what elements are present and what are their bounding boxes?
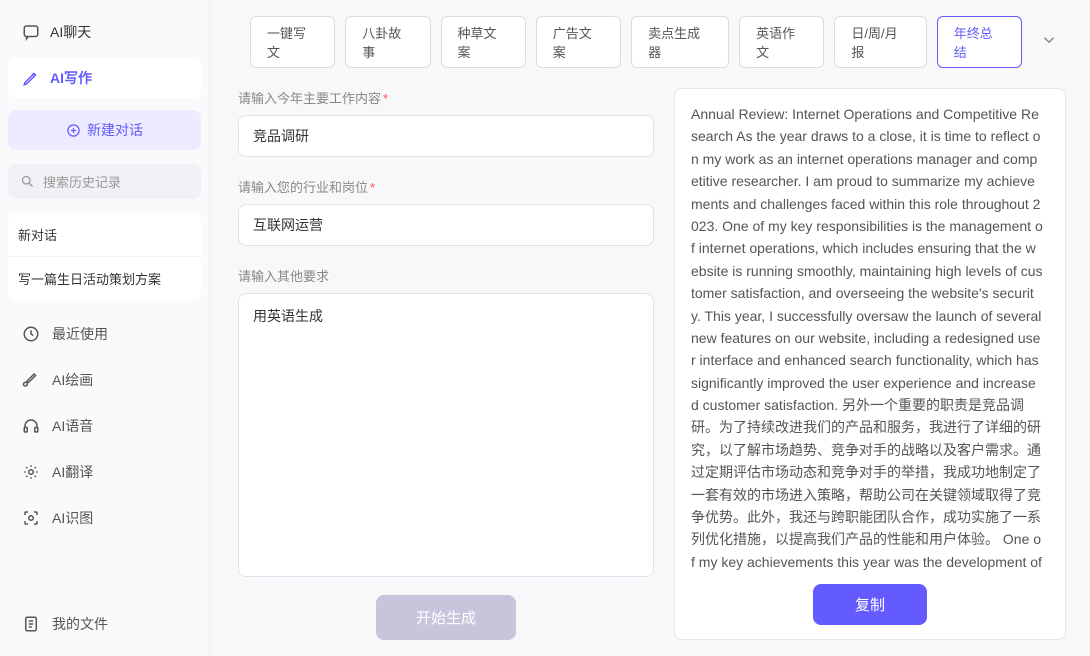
nav-ai-chat[interactable]: AI聊天: [8, 12, 201, 52]
input-role[interactable]: [238, 204, 654, 246]
nav-label: AI聊天: [50, 22, 91, 42]
tool-paint[interactable]: AI绘画: [8, 360, 201, 400]
chevron-down-icon: [1040, 31, 1058, 49]
output-text[interactable]: Annual Review: Internet Operations and C…: [691, 103, 1049, 570]
pen-icon: [22, 69, 40, 87]
tool-image[interactable]: AI识图: [8, 498, 201, 538]
tool-label: 最近使用: [52, 324, 108, 344]
tool-label: AI绘画: [52, 370, 93, 390]
headphone-icon: [22, 417, 40, 435]
history-item[interactable]: 写一篇生日活动策划方案: [8, 257, 201, 300]
brush-icon: [22, 371, 40, 389]
generate-button[interactable]: 开始生成: [376, 595, 516, 640]
tool-recent[interactable]: 最近使用: [8, 314, 201, 354]
clock-icon: [22, 325, 40, 343]
label-work: 请输入今年主要工作内容*: [238, 88, 654, 107]
history-list: 新对话 写一篇生日活动策划方案: [8, 213, 201, 300]
tab-gossip[interactable]: 八卦故事: [345, 16, 430, 68]
scan-icon: [22, 509, 40, 527]
plus-circle-icon: [66, 123, 81, 138]
new-chat-label: 新建对话: [87, 120, 143, 140]
chat-icon: [22, 23, 40, 41]
tabs-expand[interactable]: [1032, 27, 1066, 58]
file-icon: [22, 615, 40, 633]
my-files[interactable]: 我的文件: [8, 604, 201, 644]
search-icon: [20, 174, 35, 189]
label-extra: 请输入其他要求: [238, 266, 654, 285]
tab-onekey[interactable]: 一键写文: [250, 16, 335, 68]
copy-button[interactable]: 复制: [813, 584, 927, 625]
tab-english[interactable]: 英语作文: [739, 16, 824, 68]
my-files-label: 我的文件: [52, 614, 108, 634]
template-tabs: 一键写文 八卦故事 种草文案 广告文案 卖点生成器 英语作文 日/周/月报 年终…: [234, 16, 1066, 68]
tab-ad[interactable]: 广告文案: [536, 16, 621, 68]
tab-selling[interactable]: 卖点生成器: [631, 16, 729, 68]
nav-ai-write[interactable]: AI写作: [8, 58, 201, 98]
sidebar: AI聊天 AI写作 新建对话 搜索历史记录 新对话 写一篇生日活动策划方案 最近…: [0, 0, 210, 656]
search-input[interactable]: 搜索历史记录: [8, 164, 201, 199]
nav-label: AI写作: [50, 68, 92, 88]
tool-label: AI识图: [52, 508, 93, 528]
new-chat-button[interactable]: 新建对话: [8, 110, 201, 150]
tool-label: AI翻译: [52, 462, 93, 482]
tool-label: AI语音: [52, 416, 93, 436]
output-column: Annual Review: Internet Operations and C…: [674, 88, 1066, 640]
main-area: 一键写文 八卦故事 种草文案 广告文案 卖点生成器 英语作文 日/周/月报 年终…: [210, 0, 1090, 656]
label-role: 请输入您的行业和岗位*: [238, 177, 654, 196]
tab-seeding[interactable]: 种草文案: [441, 16, 526, 68]
tab-annual[interactable]: 年终总结: [937, 16, 1022, 68]
input-extra[interactable]: [238, 293, 654, 577]
content: 请输入今年主要工作内容* 请输入您的行业和岗位* 请输入其他要求 开始生成 An…: [234, 88, 1066, 640]
form-column: 请输入今年主要工作内容* 请输入您的行业和岗位* 请输入其他要求 开始生成: [234, 88, 654, 640]
history-item[interactable]: 新对话: [8, 213, 201, 257]
search-placeholder: 搜索历史记录: [43, 172, 121, 191]
input-work[interactable]: [238, 115, 654, 157]
translate-icon: [22, 463, 40, 481]
tool-translate[interactable]: AI翻译: [8, 452, 201, 492]
tab-report[interactable]: 日/周/月报: [834, 16, 926, 68]
tool-voice[interactable]: AI语音: [8, 406, 201, 446]
